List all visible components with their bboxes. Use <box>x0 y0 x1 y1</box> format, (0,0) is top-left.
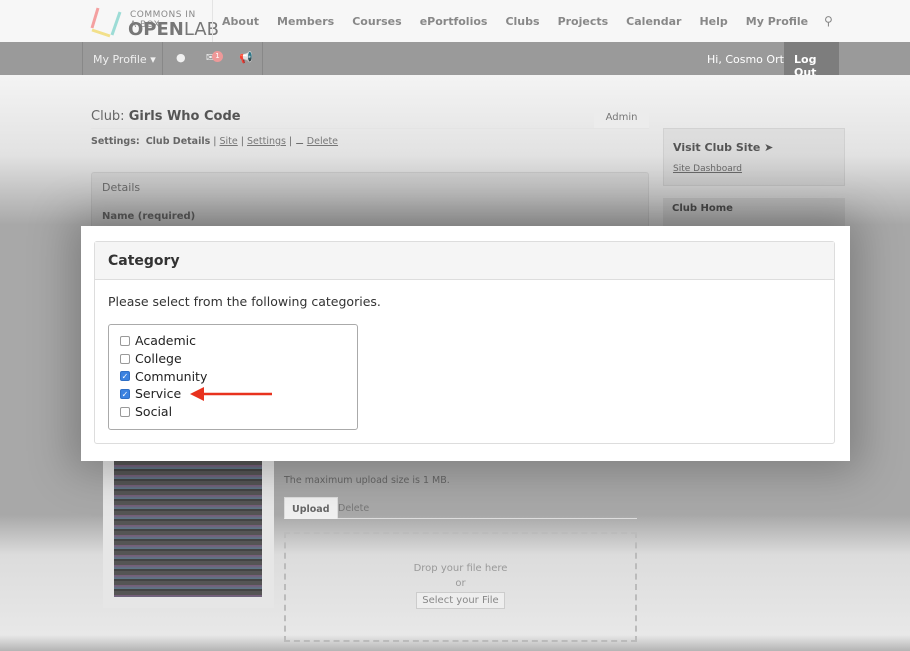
tab-delete[interactable]: Delete <box>331 497 376 519</box>
logo-bold: OPEN <box>128 19 184 40</box>
category-description: Please select from the following categor… <box>108 294 381 309</box>
divider <box>91 128 649 129</box>
logo-mark-icon <box>90 7 122 38</box>
settings-subnav: Settings: Club Details | Site | Settings… <box>91 136 339 147</box>
checkbox[interactable] <box>120 335 130 346</box>
checkbox[interactable]: ✓ <box>120 388 130 399</box>
user-icon[interactable]: ● <box>176 51 186 64</box>
category-option-academic[interactable]: Academic <box>120 332 357 350</box>
upload-size-note: The maximum upload size is 1 MB. <box>284 475 450 486</box>
category-modal: Category Please select from the followin… <box>81 226 850 461</box>
option-label: Social <box>135 404 173 420</box>
greeting[interactable]: Hi, Cosmo Ortiz <box>707 53 793 66</box>
category-heading: Category <box>95 242 834 280</box>
subnav-delete[interactable]: Delete <box>307 136 338 147</box>
subnav-site[interactable]: Site <box>220 136 238 147</box>
nav-projects[interactable]: Projects <box>549 0 618 42</box>
page-title: Club: Girls Who Code <box>91 109 241 124</box>
nav-calendar[interactable]: Calendar <box>617 0 690 42</box>
site-dashboard-link[interactable]: Site Dashboard <box>673 164 742 174</box>
file-drop-zone[interactable]: Drop your file here or Select your File <box>284 532 637 642</box>
club-home-box[interactable]: Club Home <box>663 198 845 228</box>
option-label: Academic <box>135 333 197 349</box>
main-nav: About Members Courses ePortfolios Clubs … <box>212 0 817 42</box>
club-avatar-image <box>114 461 262 597</box>
option-label: Community <box>135 368 208 384</box>
minus-circle-icon: ⚊ <box>295 136 304 147</box>
notification-badge: 1 <box>212 51 223 62</box>
nav-my-profile[interactable]: My Profile <box>737 0 817 42</box>
nav-eportfolios[interactable]: ePortfolios <box>411 0 497 42</box>
divider <box>262 42 263 75</box>
category-option-community[interactable]: ✓ Community <box>120 367 357 385</box>
category-option-college[interactable]: College <box>120 350 357 368</box>
select-file-button[interactable]: Select your File <box>416 592 505 609</box>
tab-upload[interactable]: Upload <box>284 497 338 519</box>
option-label: College <box>135 351 182 367</box>
nav-members[interactable]: Members <box>268 0 343 42</box>
category-option-social[interactable]: Social <box>120 403 357 421</box>
openlab-logo[interactable]: COMMONS IN A BOX OPENLAB <box>90 4 219 40</box>
admin-tab[interactable]: Admin <box>594 108 649 128</box>
visit-club-site-link[interactable]: Visit Club Site ➤ <box>673 141 773 154</box>
megaphone-icon[interactable]: 📢 <box>239 51 253 64</box>
logout-button[interactable]: Log Out <box>784 42 839 79</box>
subnav-settings[interactable]: Settings <box>247 136 286 147</box>
checkbox[interactable] <box>120 406 130 417</box>
caret-down-icon: ▾ <box>150 53 156 66</box>
details-panel: Details Name (required) <box>91 172 649 232</box>
category-panel: Category Please select from the followin… <box>94 241 835 444</box>
checkbox[interactable] <box>120 353 130 364</box>
visit-site-box: Visit Club Site ➤ Site Dashboard <box>663 128 845 186</box>
my-profile-menu[interactable]: My Profile ▾ <box>82 42 162 75</box>
checkbox[interactable]: ✓ <box>120 371 130 382</box>
subnav-club-details[interactable]: Club Details <box>146 136 211 147</box>
search-icon[interactable]: ⚲ <box>824 14 833 28</box>
option-label: Service <box>135 386 182 402</box>
upload-tabs: Upload Delete <box>284 497 637 519</box>
nav-clubs[interactable]: Clubs <box>496 0 548 42</box>
red-arrow-annotation <box>190 387 272 401</box>
chevron-circle-right-icon: ➤ <box>764 141 774 154</box>
nav-about[interactable]: About <box>213 0 268 42</box>
nav-help[interactable]: Help <box>690 0 736 42</box>
avatar-image-frame <box>103 461 274 608</box>
nav-courses[interactable]: Courses <box>343 0 410 42</box>
category-list: Academic College ✓ Community ✓ Service Social <box>108 324 358 430</box>
